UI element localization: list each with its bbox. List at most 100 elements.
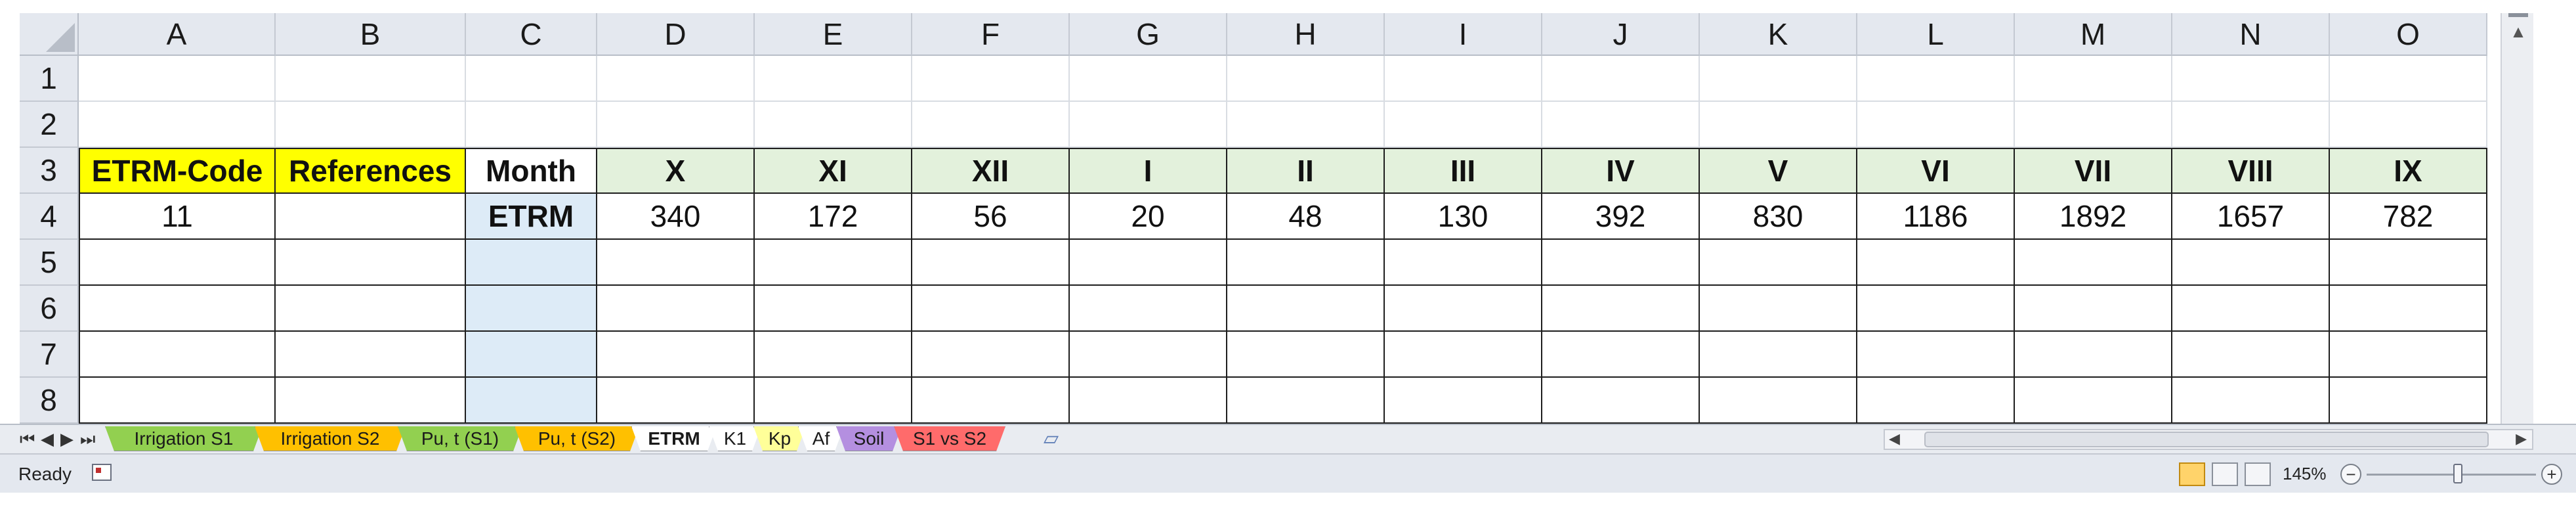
cell-a5[interactable] <box>79 240 276 286</box>
cell-g8[interactable] <box>1070 378 1227 424</box>
cell-h6[interactable] <box>1227 286 1385 332</box>
cell-d2[interactable] <box>597 102 755 148</box>
sheet-tab-pu-t-s2[interactable]: Pu, t (S2) <box>515 426 639 451</box>
normal-view-icon[interactable] <box>2179 462 2205 486</box>
zoom-level[interactable]: 145% <box>2283 464 2327 484</box>
sheet-tab-k1[interactable]: K1 <box>709 426 761 451</box>
cell-n1[interactable] <box>2172 56 2330 102</box>
sheet-tab-pu-t-s1[interactable]: Pu, t (S1) <box>398 426 522 451</box>
cell-l7[interactable] <box>1857 332 2015 378</box>
cell-o3[interactable]: IX <box>2330 148 2487 194</box>
row-header-1[interactable]: 1 <box>20 56 79 102</box>
cell-k6[interactable] <box>1700 286 1857 332</box>
macro-record-icon[interactable] <box>92 464 112 481</box>
cell-j5[interactable] <box>1542 240 1700 286</box>
cell-i8[interactable] <box>1385 378 1542 424</box>
cell-j8[interactable] <box>1542 378 1700 424</box>
cell-n2[interactable] <box>2172 102 2330 148</box>
zoom-slider-thumb[interactable] <box>2453 464 2462 483</box>
cell-k3[interactable]: V <box>1700 148 1857 194</box>
last-sheet-icon[interactable]: ⏭ <box>80 429 95 450</box>
cell-n5[interactable] <box>2172 240 2330 286</box>
cell-a7[interactable] <box>79 332 276 378</box>
cell-g6[interactable] <box>1070 286 1227 332</box>
cell-i6[interactable] <box>1385 286 1542 332</box>
cell-a1[interactable] <box>79 56 276 102</box>
cell-o5[interactable] <box>2330 240 2487 286</box>
column-header-d[interactable]: D <box>597 13 755 56</box>
horizontal-scroll-thumb[interactable] <box>1924 432 2489 447</box>
cell-b2[interactable] <box>276 102 466 148</box>
cell-j4[interactable]: 392 <box>1542 194 1700 240</box>
cell-m1[interactable] <box>2015 56 2172 102</box>
cell-e4[interactable]: 172 <box>755 194 912 240</box>
cell-h2[interactable] <box>1227 102 1385 148</box>
cell-c1[interactable] <box>466 56 597 102</box>
column-header-i[interactable]: I <box>1385 13 1542 56</box>
column-header-k[interactable]: K <box>1700 13 1857 56</box>
cell-i5[interactable] <box>1385 240 1542 286</box>
cell-k8[interactable] <box>1700 378 1857 424</box>
next-sheet-icon[interactable]: ▶ <box>60 429 74 449</box>
scroll-left-icon[interactable]: ◀ <box>1889 430 1900 447</box>
cell-e6[interactable] <box>755 286 912 332</box>
cell-f5[interactable] <box>912 240 1070 286</box>
column-header-o[interactable]: O <box>2330 13 2487 56</box>
scroll-up-icon[interactable]: ▲ <box>2504 18 2532 45</box>
cell-l3[interactable]: VI <box>1857 148 2015 194</box>
column-header-f[interactable]: F <box>912 13 1070 56</box>
cell-g7[interactable] <box>1070 332 1227 378</box>
cell-i2[interactable] <box>1385 102 1542 148</box>
cell-b1[interactable] <box>276 56 466 102</box>
cell-l2[interactable] <box>1857 102 2015 148</box>
cell-l1[interactable] <box>1857 56 2015 102</box>
column-header-h[interactable]: H <box>1227 13 1385 56</box>
cell-e5[interactable] <box>755 240 912 286</box>
cell-o2[interactable] <box>2330 102 2487 148</box>
cell-e8[interactable] <box>755 378 912 424</box>
cell-j6[interactable] <box>1542 286 1700 332</box>
cell-d3[interactable]: X <box>597 148 755 194</box>
cell-h3[interactable]: II <box>1227 148 1385 194</box>
page-layout-view-icon[interactable] <box>2212 462 2238 486</box>
cell-f8[interactable] <box>912 378 1070 424</box>
sheet-tab-af[interactable]: Af <box>798 426 844 451</box>
cell-c3[interactable]: Month <box>466 148 597 194</box>
cell-j3[interactable]: IV <box>1542 148 1700 194</box>
cell-d7[interactable] <box>597 332 755 378</box>
zoom-slider[interactable] <box>2367 474 2536 476</box>
cell-m4[interactable]: 1892 <box>2015 194 2172 240</box>
cell-f7[interactable] <box>912 332 1070 378</box>
sheet-tab-kp[interactable]: Kp <box>753 426 806 451</box>
cell-h4[interactable]: 48 <box>1227 194 1385 240</box>
cell-d1[interactable] <box>597 56 755 102</box>
column-header-n[interactable]: N <box>2172 13 2330 56</box>
row-header-8[interactable]: 8 <box>20 378 79 424</box>
zoom-out-icon[interactable]: − <box>2340 464 2361 485</box>
cell-b3[interactable]: References <box>276 148 466 194</box>
cell-l8[interactable] <box>1857 378 2015 424</box>
cell-m2[interactable] <box>2015 102 2172 148</box>
cell-m7[interactable] <box>2015 332 2172 378</box>
cell-d5[interactable] <box>597 240 755 286</box>
cell-i1[interactable] <box>1385 56 1542 102</box>
cell-i4[interactable]: 130 <box>1385 194 1542 240</box>
cell-f2[interactable] <box>912 102 1070 148</box>
cell-a4[interactable]: 11 <box>79 194 276 240</box>
cell-a3[interactable]: ETRM-Code <box>79 148 276 194</box>
cell-a6[interactable] <box>79 286 276 332</box>
cell-d4[interactable]: 340 <box>597 194 755 240</box>
cell-b7[interactable] <box>276 332 466 378</box>
cell-g4[interactable]: 20 <box>1070 194 1227 240</box>
cell-o4[interactable]: 782 <box>2330 194 2487 240</box>
page-break-preview-icon[interactable] <box>2245 462 2271 486</box>
column-header-b[interactable]: B <box>276 13 466 56</box>
sheet-tab-s1-vs-s2[interactable]: S1 vs S2 <box>894 426 1005 451</box>
cell-m3[interactable]: VII <box>2015 148 2172 194</box>
column-header-j[interactable]: J <box>1542 13 1700 56</box>
cell-c8[interactable] <box>466 378 597 424</box>
cell-n7[interactable] <box>2172 332 2330 378</box>
row-header-2[interactable]: 2 <box>20 102 79 148</box>
cell-d6[interactable] <box>597 286 755 332</box>
cell-o8[interactable] <box>2330 378 2487 424</box>
